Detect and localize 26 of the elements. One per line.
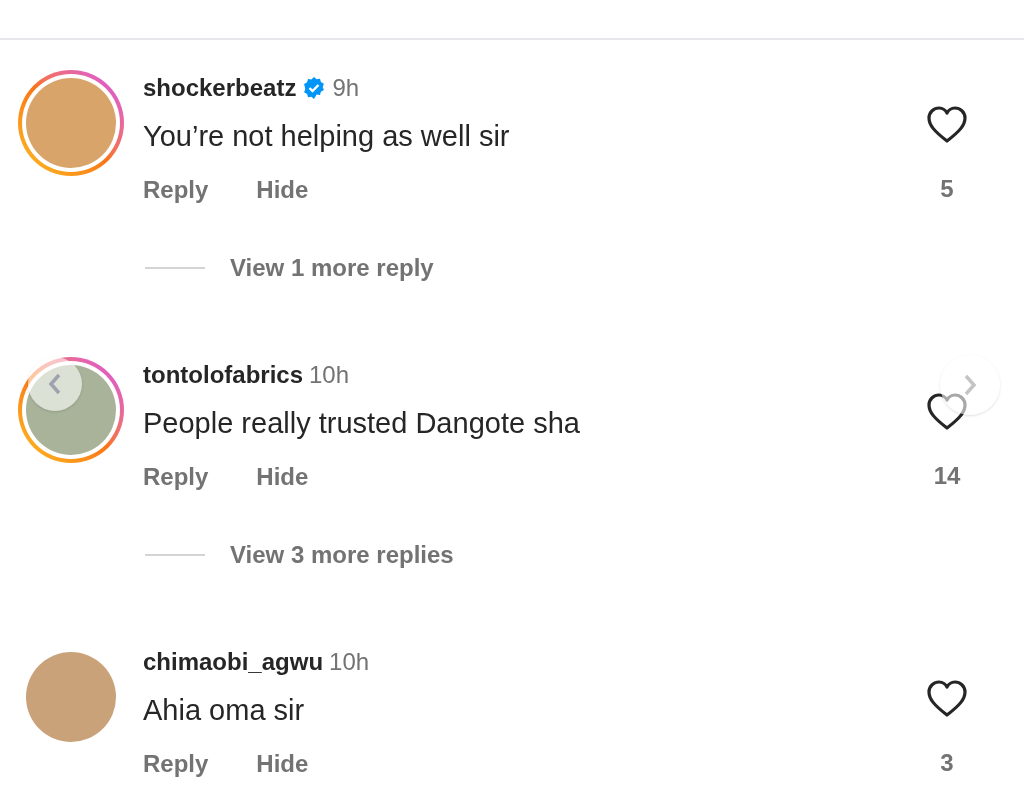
username[interactable]: shockerbeatz — [143, 70, 297, 106]
heart-icon[interactable] — [926, 680, 968, 718]
like-count: 14 — [933, 461, 961, 491]
comment-action-button[interactable]: Hide — [256, 749, 309, 779]
comment-text: Ahia oma sir — [143, 693, 306, 728]
like-count: 3 — [940, 748, 954, 778]
timestamp: 9h — [332, 73, 360, 103]
comment-action-button[interactable]: Reply — [143, 749, 209, 779]
username[interactable]: tontolofabrics — [143, 357, 303, 393]
view-replies-link[interactable]: View 3 more replies — [230, 540, 454, 570]
timestamp: 10h — [309, 360, 350, 390]
like-count: 5 — [940, 174, 954, 204]
comment-action-button[interactable]: Reply — [143, 462, 209, 492]
heart-icon[interactable] — [926, 106, 968, 144]
username[interactable]: chimaobi_agwu — [143, 644, 324, 680]
chevron-left-icon — [47, 372, 63, 396]
timestamp: 10h — [329, 647, 370, 677]
comment-action-button[interactable]: Reply — [143, 175, 209, 205]
comment-text: You’re not helping as well sir — [143, 119, 511, 154]
comment-action-button[interactable]: Hide — [256, 462, 309, 492]
carousel-prev-button[interactable] — [28, 357, 82, 411]
comment-action-button[interactable]: Hide — [256, 175, 309, 205]
view-replies-link[interactable]: View 1 more reply — [230, 253, 434, 283]
chevron-right-icon — [962, 373, 978, 397]
comment-text: People really trusted Dangote sha — [143, 406, 581, 441]
heart-icon[interactable] — [926, 393, 968, 431]
